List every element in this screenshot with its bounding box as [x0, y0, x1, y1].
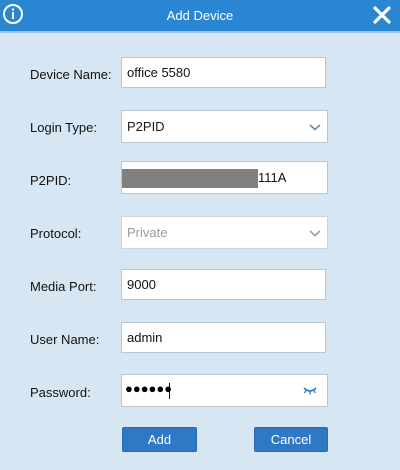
password-label: Password: — [30, 385, 91, 400]
password-masked-text: ●●●●●● — [125, 381, 173, 396]
device-name-label: Device Name: — [30, 67, 112, 82]
add-button[interactable]: Add — [122, 427, 197, 452]
protocol-value: Private — [127, 225, 168, 240]
p2pid-label: P2PID: — [30, 173, 72, 188]
cancel-button[interactable]: Cancel — [254, 427, 328, 452]
eye-closed-icon[interactable] — [303, 386, 317, 396]
chevron-down-icon — [309, 229, 321, 237]
redacted-block — [122, 169, 258, 188]
add-device-dialog: Add Device Device Name: Login Type: P2PI… — [0, 0, 400, 470]
user-name-label: User Name: — [30, 332, 100, 347]
dialog-title: Add Device — [166, 8, 234, 23]
login-type-label: Login Type: — [30, 120, 97, 135]
login-type-value: P2PID — [127, 119, 165, 134]
media-port-input[interactable] — [121, 269, 326, 300]
text-caret — [169, 383, 170, 399]
chevron-down-icon — [309, 123, 321, 131]
password-input[interactable]: ●●●●●● — [121, 374, 328, 407]
title-divider — [0, 31, 400, 33]
media-port-label: Media Port: — [30, 279, 97, 294]
title-bar: Add Device — [0, 0, 400, 31]
user-name-input[interactable] — [121, 322, 326, 353]
p2pid-input[interactable]: 111A — [121, 161, 328, 194]
login-type-select[interactable]: P2PID — [121, 110, 328, 143]
info-icon[interactable] — [2, 3, 24, 25]
p2pid-visible-suffix: 111A — [258, 170, 287, 185]
close-icon[interactable] — [371, 4, 393, 26]
protocol-select: Private — [121, 216, 328, 249]
device-name-input[interactable] — [121, 57, 326, 88]
protocol-label: Protocol: — [30, 226, 82, 241]
